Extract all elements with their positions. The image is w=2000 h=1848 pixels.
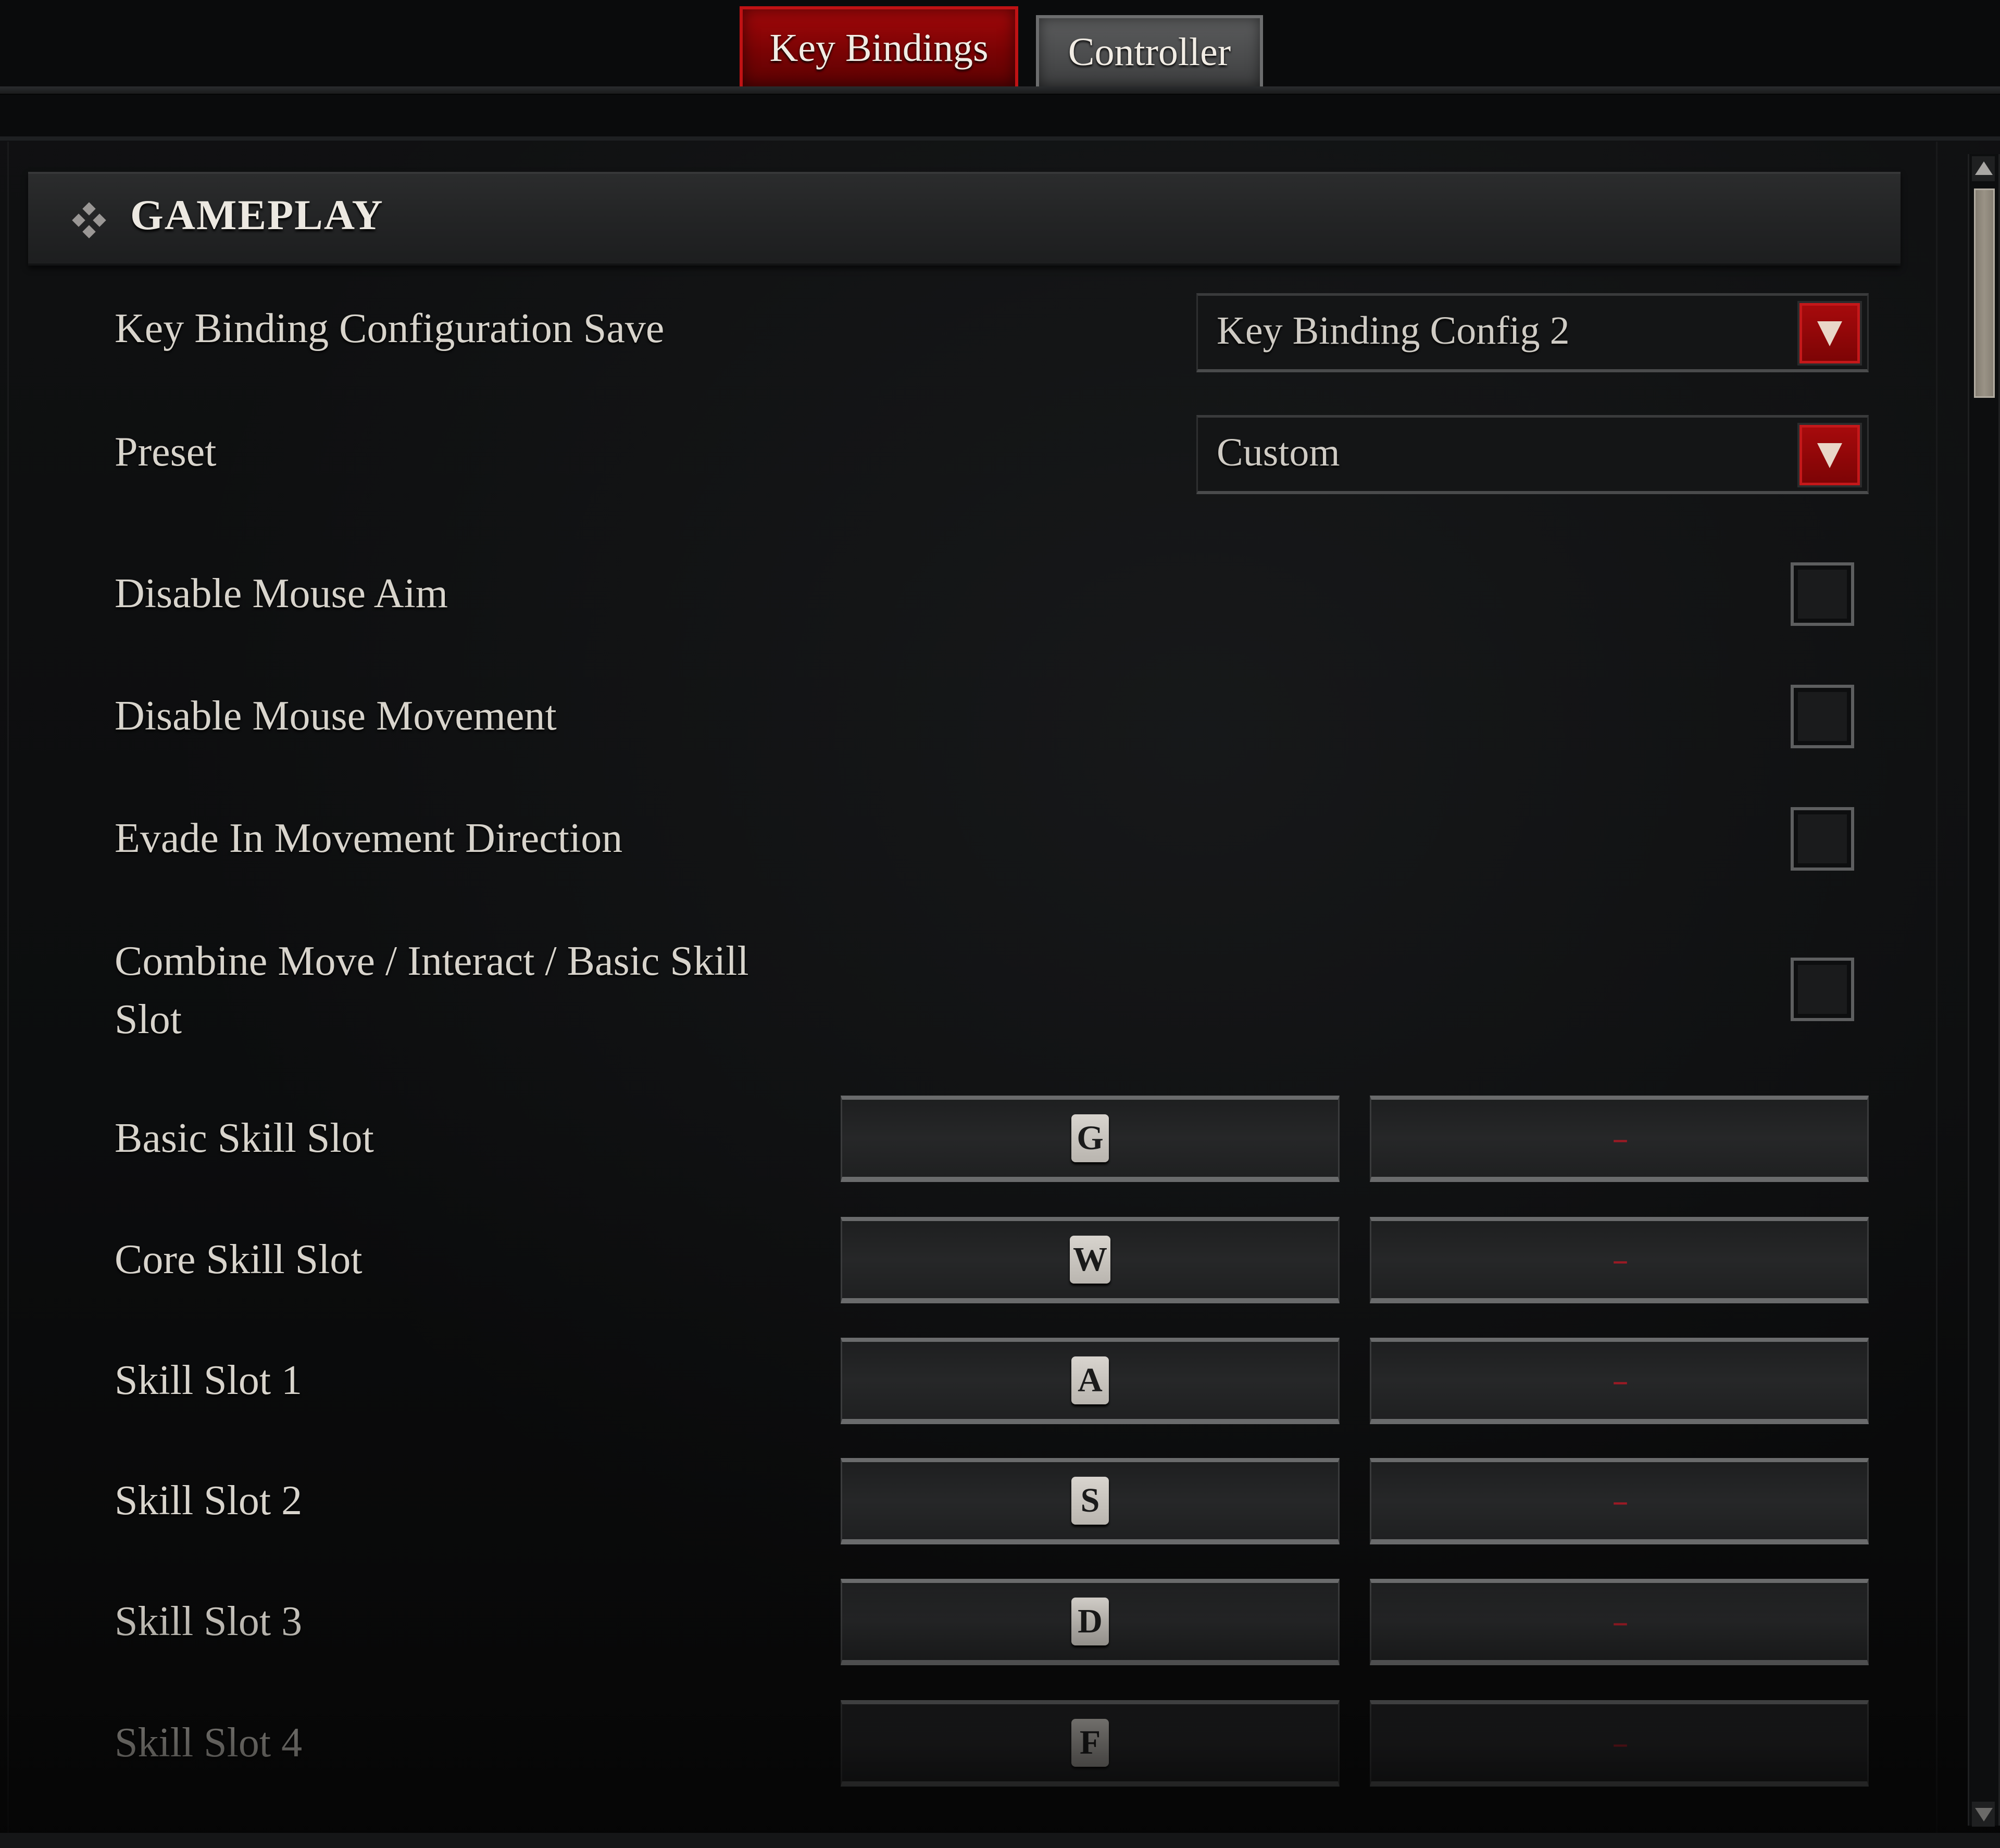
preset-label: Preset	[115, 429, 217, 475]
tab-divider	[0, 86, 2000, 95]
skill-slot-4-secondary-button[interactable]: --	[1370, 1700, 1869, 1787]
key-cap: D	[1071, 1598, 1109, 1645]
scrollbar-track[interactable]	[1968, 154, 2000, 1826]
key-cap: A	[1071, 1356, 1109, 1404]
scroll-down-arrow-icon[interactable]	[1972, 1802, 1995, 1827]
skill-slot-2-secondary-button[interactable]: --	[1370, 1458, 1869, 1544]
skill-slot-1-primary-button[interactable]: A	[841, 1338, 1340, 1424]
core-skill-slot-primary-button[interactable]: W	[841, 1217, 1340, 1303]
disable-mouse-aim-checkbox[interactable]	[1791, 562, 1854, 626]
unbound-placeholder: --	[1613, 1728, 1628, 1757]
chevron-down-icon[interactable]	[1799, 425, 1860, 485]
core-skill-slot-label: Core Skill Slot	[115, 1237, 362, 1283]
unbound-placeholder: --	[1613, 1486, 1628, 1515]
config-save-value: Key Binding Config 2	[1217, 308, 1570, 353]
key-cap: F	[1071, 1719, 1109, 1767]
skill-slot-2-label: Skill Slot 2	[115, 1478, 303, 1524]
scroll-up-arrow-icon[interactable]	[1972, 156, 1995, 181]
skill-slot-4-primary-button[interactable]: F	[841, 1700, 1340, 1787]
config-save-label: Key Binding Configuration Save	[115, 306, 665, 351]
tab-divider-lower	[0, 136, 2000, 141]
unbound-placeholder: --	[1613, 1366, 1628, 1395]
tab-label: Controller	[1068, 30, 1231, 74]
evade-movement-direction-checkbox[interactable]	[1791, 807, 1854, 871]
basic-skill-slot-secondary-button[interactable]: --	[1370, 1096, 1869, 1182]
skill-slot-3-secondary-button[interactable]: --	[1370, 1579, 1869, 1665]
key-cap: W	[1070, 1236, 1110, 1284]
combine-move-interact-label-line2: Slot	[115, 997, 182, 1042]
preset-value: Custom	[1217, 430, 1340, 474]
section-title: GAMEPLAY	[130, 191, 384, 238]
combine-move-interact-label-line1: Combine Move / Interact / Basic Skill	[115, 938, 749, 984]
evade-movement-direction-label: Evade In Movement Direction	[115, 815, 623, 861]
skill-slot-3-label: Skill Slot 3	[115, 1599, 303, 1644]
scrollbar-thumb[interactable]	[1974, 188, 1995, 398]
disable-mouse-movement-label: Disable Mouse Movement	[115, 693, 557, 739]
key-cap: G	[1071, 1114, 1109, 1162]
key-cap: S	[1071, 1477, 1109, 1525]
core-skill-slot-secondary-button[interactable]: --	[1370, 1217, 1869, 1303]
skill-slot-2-primary-button[interactable]: S	[841, 1458, 1340, 1544]
chevron-down-icon[interactable]	[1799, 303, 1860, 363]
basic-skill-slot-label: Basic Skill Slot	[115, 1115, 374, 1161]
unbound-placeholder: --	[1613, 1245, 1628, 1274]
combine-move-interact-checkbox[interactable]	[1791, 958, 1854, 1021]
preset-dropdown[interactable]: Custom	[1196, 415, 1869, 494]
disable-mouse-movement-checkbox[interactable]	[1791, 685, 1854, 748]
config-save-dropdown[interactable]: Key Binding Config 2	[1196, 293, 1869, 372]
skill-slot-3-primary-button[interactable]: D	[841, 1579, 1340, 1665]
basic-skill-slot-primary-button[interactable]: G	[841, 1096, 1340, 1182]
skill-slot-1-label: Skill Slot 1	[115, 1357, 303, 1403]
combine-move-interact-label: Combine Move / Interact / Basic Skill Sl…	[115, 932, 749, 1049]
disable-mouse-aim-label: Disable Mouse Aim	[115, 571, 448, 617]
skill-slot-1-secondary-button[interactable]: --	[1370, 1338, 1869, 1424]
tab-key-bindings[interactable]: Key Bindings	[740, 6, 1018, 86]
diamond-cluster-icon	[71, 202, 107, 238]
unbound-placeholder: --	[1613, 1607, 1628, 1636]
tab-controller[interactable]: Controller	[1036, 15, 1263, 86]
unbound-placeholder: --	[1613, 1124, 1628, 1153]
skill-slot-4-label: Skill Slot 4	[115, 1720, 303, 1766]
tab-label: Key Bindings	[769, 26, 989, 70]
bottom-border	[0, 1833, 2000, 1848]
